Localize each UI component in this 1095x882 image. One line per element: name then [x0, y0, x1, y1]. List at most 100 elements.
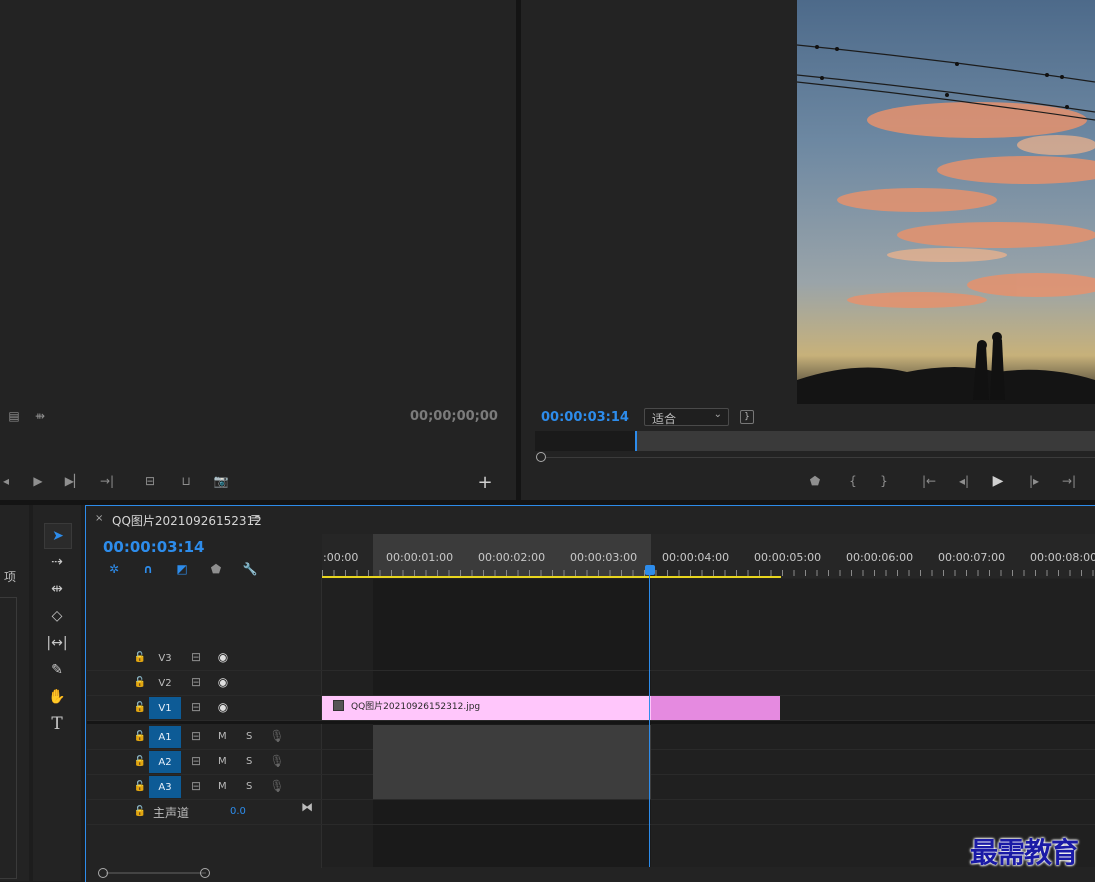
lock-icon[interactable]: 🔓: [134, 779, 146, 793]
sync-lock-icon[interactable]: ⊟: [188, 729, 204, 743]
chevron-down-icon: ⌄: [713, 409, 722, 420]
export-frame-icon[interactable]: ▤: [6, 408, 22, 424]
selection-tool-icon[interactable]: ➤: [44, 523, 72, 549]
panel-menu-icon[interactable]: ≡: [250, 511, 261, 526]
program-zoom-handle[interactable]: [536, 452, 546, 462]
step-back-icon[interactable]: ◂: [0, 473, 12, 489]
scrollbar-track: [106, 872, 206, 874]
go-to-out-icon[interactable]: →|: [1059, 473, 1079, 489]
program-mini-ruler[interactable]: [535, 431, 1095, 451]
ruler-label: 00:00:02:00: [478, 551, 546, 564]
timeline-scrollbar[interactable]: [98, 868, 1095, 878]
scrollbar-right-handle[interactable]: [200, 868, 210, 878]
linked-selection-icon[interactable]: ◩: [174, 561, 190, 577]
program-ruler-zoom-area: [637, 431, 1095, 451]
eye-icon[interactable]: ◉: [215, 650, 231, 664]
track-name-a1[interactable]: A1: [149, 726, 181, 748]
ruler-label: 00:00:01:00: [386, 551, 454, 564]
mute-button[interactable]: M: [218, 781, 227, 792]
type-tool-icon[interactable]: T: [44, 712, 70, 736]
ruler-label: 00:00:04:00: [662, 551, 730, 564]
play-icon[interactable]: ▶: [989, 472, 1007, 490]
mute-button[interactable]: M: [218, 731, 227, 742]
program-timecode[interactable]: 00:00:03:14: [541, 410, 629, 425]
close-icon[interactable]: ×: [95, 513, 103, 524]
step-back-icon[interactable]: ◂|: [955, 473, 973, 489]
snap-magnet-icon[interactable]: ∩: [140, 561, 156, 577]
microphone-icon[interactable]: 🎙: [269, 779, 284, 793]
microphone-icon[interactable]: 🎙: [269, 729, 284, 743]
add-marker-icon[interactable]: ⬟: [807, 473, 823, 489]
lock-icon[interactable]: 🔓: [134, 675, 146, 689]
eye-icon[interactable]: ◉: [215, 700, 231, 714]
pen-tool-icon[interactable]: ✎: [44, 658, 70, 682]
wrench-icon[interactable]: 🔧: [242, 561, 258, 577]
nest-icon[interactable]: ✲: [106, 561, 122, 577]
add-marker-icon[interactable]: ⬟: [208, 561, 224, 577]
ruler-label: :00:00: [323, 551, 359, 564]
lock-icon[interactable]: 🔓: [134, 650, 146, 664]
work-area-bar[interactable]: [322, 576, 781, 578]
step-forward-icon[interactable]: ▶▏: [65, 473, 83, 489]
track-name-a3[interactable]: A3: [149, 776, 181, 798]
sync-lock-icon[interactable]: ⊟: [188, 754, 204, 768]
playhead-handle[interactable]: [645, 565, 655, 575]
ruler-label: 00:00:06:00: [846, 551, 914, 564]
fit-dropdown[interactable]: 适合 ⌄: [644, 408, 729, 426]
sequence-tab[interactable]: QQ图片20210926152312: [112, 512, 262, 529]
camera-icon[interactable]: 📷: [212, 473, 230, 489]
ruler-label: 00:00:05:00: [754, 551, 822, 564]
sync-lock-icon[interactable]: ⊟: [188, 779, 204, 793]
ruler-label: 00:00:07:00: [938, 551, 1006, 564]
lock-icon[interactable]: 🔓: [134, 804, 146, 818]
source-monitor-panel: ▤ ⇻ 00;00;00;00 ◂ ▶ ▶▏ →| ⊟ ⊔ 📷 +: [0, 0, 516, 500]
hand-tool-icon[interactable]: ✋: [44, 685, 70, 709]
slip-tool-icon[interactable]: |↔|: [44, 631, 70, 655]
go-to-end-icon[interactable]: ⧓: [299, 800, 315, 814]
clip-fx-icon: [333, 700, 344, 711]
track-name-v3[interactable]: V3: [149, 647, 181, 669]
track-name-a2[interactable]: A2: [149, 751, 181, 773]
microphone-icon[interactable]: 🎙: [269, 754, 284, 768]
sync-lock-icon[interactable]: ⊟: [188, 650, 204, 664]
solo-button[interactable]: S: [246, 756, 252, 767]
audio-only-icon[interactable]: ⇻: [32, 408, 48, 424]
mark-out-icon[interactable]: }: [876, 473, 892, 489]
add-button-icon[interactable]: +: [477, 472, 493, 493]
play-icon[interactable]: ▶: [30, 473, 46, 489]
master-volume-value[interactable]: 0.0: [230, 806, 246, 817]
sync-lock-icon[interactable]: ⊟: [188, 675, 204, 689]
lock-icon[interactable]: 🔓: [134, 754, 146, 768]
solo-button[interactable]: S: [246, 731, 252, 742]
sync-lock-icon[interactable]: ⊟: [188, 700, 204, 714]
overwrite-icon[interactable]: ⊔: [176, 473, 196, 489]
program-monitor-panel: 00:00:03:14 适合 ⌄ } ⬟ { } |← ◂| ▶ |▸ →|: [521, 0, 1095, 500]
program-video-frame: [797, 0, 1095, 404]
scrollbar-left-handle[interactable]: [98, 868, 108, 878]
av-divider: [87, 721, 1095, 724]
settings-bracket-icon[interactable]: }: [740, 410, 754, 424]
source-timecode: 00;00;00;00: [410, 409, 498, 424]
track-name-v2[interactable]: V2: [149, 672, 181, 694]
go-to-in-icon[interactable]: |←: [919, 473, 939, 489]
razor-tool-icon[interactable]: ◇: [44, 604, 70, 628]
insert-icon[interactable]: ⊟: [140, 473, 160, 489]
step-forward-icon[interactable]: |▸: [1025, 473, 1043, 489]
solo-button[interactable]: S: [246, 781, 252, 792]
video-clip[interactable]: QQ图片20210926152312.jpg: [322, 696, 780, 720]
clip-name: QQ图片20210926152312.jpg: [351, 702, 481, 712]
track-select-tool-icon[interactable]: ⇢: [44, 550, 70, 574]
ripple-edit-tool-icon[interactable]: ⇹: [44, 577, 70, 601]
track-name-v1[interactable]: V1: [149, 697, 181, 719]
watermark-logo: 最需教育: [970, 836, 1079, 869]
mute-button[interactable]: M: [218, 756, 227, 767]
program-playhead-marker: [635, 431, 637, 451]
eye-icon[interactable]: ◉: [215, 675, 231, 689]
lock-icon[interactable]: 🔓: [134, 700, 146, 714]
timeline-timecode[interactable]: 00:00:03:14: [103, 538, 205, 556]
go-to-out-icon[interactable]: →|: [98, 473, 116, 489]
project-list-area[interactable]: [0, 597, 17, 879]
mark-in-icon[interactable]: {: [845, 473, 861, 489]
lock-icon[interactable]: 🔓: [134, 729, 146, 743]
program-zoom-track: [546, 457, 1095, 458]
